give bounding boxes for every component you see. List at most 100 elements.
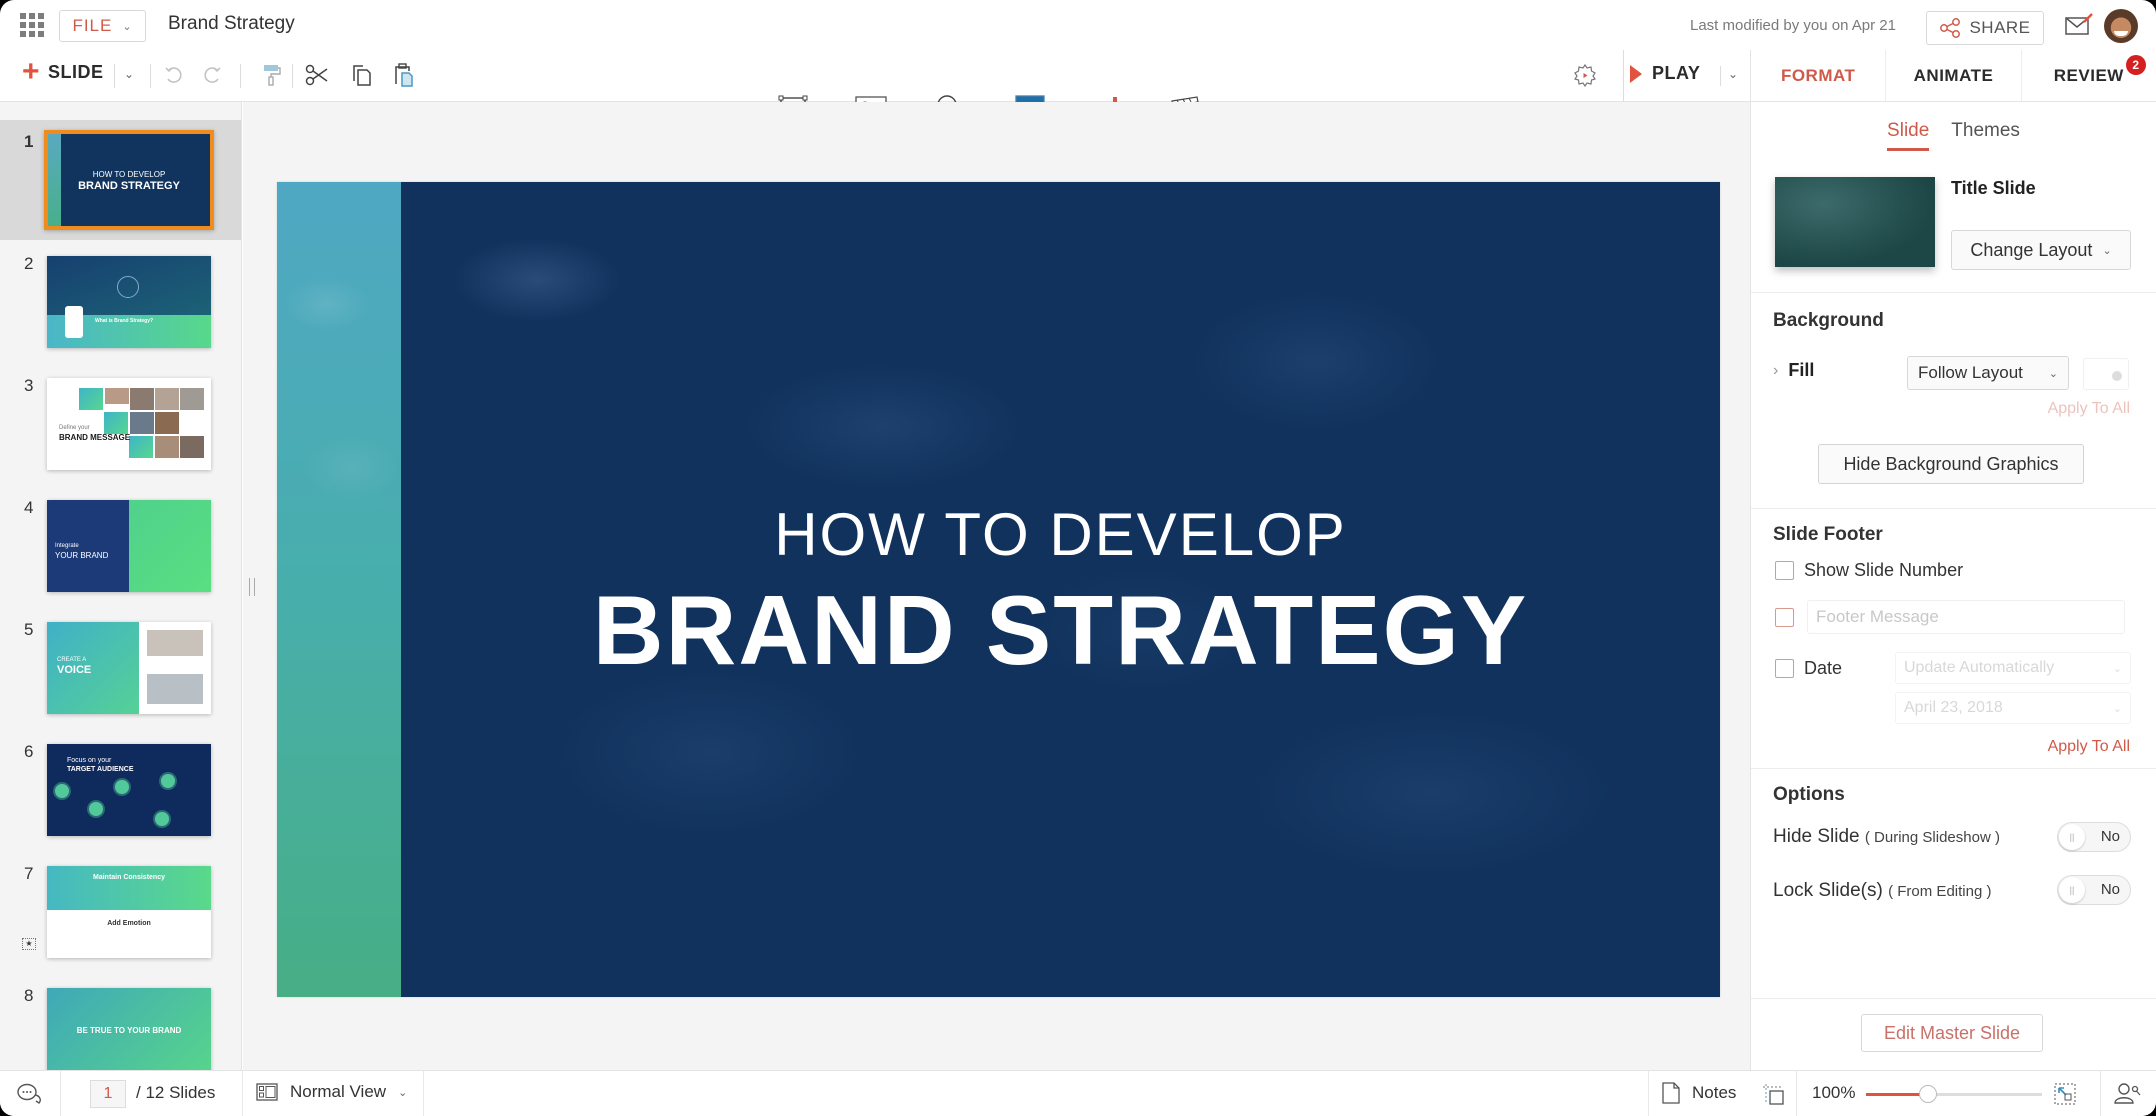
date-row[interactable]: Date <box>1775 658 1842 679</box>
user-avatar[interactable] <box>2104 9 2138 43</box>
tab-animate[interactable]: ANIMATE <box>1886 50 2022 101</box>
date-mode-select[interactable]: Update Automatically ⌄ <box>1895 652 2131 684</box>
file-menu-button[interactable]: FILE ⌄ <box>59 10 146 42</box>
view-mode-label: Normal View <box>290 1082 387 1101</box>
slide-preview: Integrate YOUR BRAND <box>47 500 211 592</box>
zoom-slider[interactable] <box>1866 1085 2042 1103</box>
show-slide-number-checkbox[interactable] <box>1775 561 1794 580</box>
paste-icon[interactable] <box>390 62 416 88</box>
notes-icon <box>1662 1082 1680 1104</box>
slide-canvas-area: HOW TO DEVELOP BRAND STRATEGY <box>243 102 1750 1070</box>
current-slide-input[interactable]: 1 <box>90 1080 126 1108</box>
fill-color-picker[interactable] <box>2083 358 2129 390</box>
thumb-title: TARGET AUDIENCE <box>67 766 134 773</box>
statusbar-divider <box>60 1071 61 1116</box>
slideshow-settings-icon[interactable] <box>1572 62 1598 88</box>
play-button[interactable]: PLAY <box>1630 63 1700 84</box>
slide-preview: BE TRUE TO YOUR BRAND <box>47 988 211 1070</box>
tab-animate-label: ANIMATE <box>1913 65 1994 85</box>
copy-icon[interactable] <box>348 62 374 88</box>
background-apply-all-link[interactable]: Apply To All <box>2048 400 2130 418</box>
fill-type-select[interactable]: Follow Layout ⌄ <box>1907 356 2069 390</box>
view-mode-dropdown[interactable]: Normal View ⌄ <box>256 1082 407 1102</box>
slide-number: 3 <box>24 376 34 395</box>
lock-slide-toggle[interactable]: || No <box>2057 875 2131 905</box>
slide-footer-section-title: Slide Footer <box>1773 524 1883 545</box>
hide-slide-toggle[interactable]: || No <box>2057 822 2131 852</box>
slide-number: 6 <box>24 742 34 761</box>
total-slides-text: / 12 Slides <box>136 1083 216 1102</box>
chevron-down-icon: ⌄ <box>2102 244 2112 257</box>
thumb-title: VOICE <box>57 664 92 676</box>
footer-message-checkbox[interactable] <box>1775 608 1794 627</box>
edit-master-slide-button[interactable]: Edit Master Slide <box>1861 1014 2043 1052</box>
chat-icon[interactable] <box>16 1082 42 1106</box>
fill-label: Fill <box>1788 360 1815 380</box>
format-painter-icon[interactable] <box>258 62 284 88</box>
fit-to-window-icon[interactable] <box>2054 1083 2076 1105</box>
hide-slide-label: Hide Slide ( During Slideshow ) <box>1773 826 2000 848</box>
normal-view-icon <box>256 1083 278 1101</box>
last-modified-text: Last modified by you on Apr 21 <box>1690 17 1896 34</box>
show-slide-number-row[interactable]: Show Slide Number <box>1775 560 1963 581</box>
fill-type-value: Follow Layout <box>1918 363 2023 382</box>
chevron-down-icon: ⌄ <box>2112 702 2122 715</box>
date-format-select[interactable]: April 23, 2018 ⌄ <box>1895 692 2131 724</box>
slide-subtitle[interactable]: HOW TO DEVELOP <box>401 500 1720 569</box>
notes-button[interactable]: Notes <box>1662 1082 1736 1104</box>
video-play-icon <box>117 276 139 298</box>
subtab-slide[interactable]: Slide <box>1887 120 1930 151</box>
zoom-slider-handle[interactable] <box>1918 1085 1937 1103</box>
footer-message-input[interactable]: Footer Message <box>1807 600 2125 634</box>
chevron-down-icon: ⌄ <box>2048 367 2058 380</box>
cut-icon[interactable] <box>304 62 330 88</box>
panel-resize-handle[interactable] <box>249 578 255 596</box>
plus-icon: + <box>22 55 41 88</box>
slide-thumbnail-panel[interactable]: 1 HOW TO DEVELOP BRAND STRATEGY 2 What i… <box>0 102 242 1070</box>
date-checkbox[interactable] <box>1775 659 1794 678</box>
tab-review[interactable]: REVIEW 2 <box>2022 50 2156 101</box>
document-title[interactable]: Brand Strategy <box>168 13 295 35</box>
chevron-down-icon: ⌄ <box>2112 662 2122 675</box>
slide-thumbnail[interactable]: 4 Integrate YOUR BRAND <box>0 486 241 606</box>
undo-icon[interactable] <box>160 62 186 88</box>
slide-thumbnail[interactable]: 6 Focus on your TARGET AUDIENCE <box>0 730 241 850</box>
footer-message-row[interactable] <box>1775 608 1794 627</box>
slide-preview: Define your BRAND MESSAGE <box>47 378 211 470</box>
mail-compose-icon[interactable] <box>2064 12 2094 38</box>
subtab-themes[interactable]: Themes <box>1951 120 2020 151</box>
add-slide-button[interactable]: + SLIDE <box>22 55 104 88</box>
slide-thumbnail[interactable]: 8 BE TRUE TO YOUR BRAND <box>0 974 241 1070</box>
slide-number: 1 <box>24 132 34 151</box>
slide-thumbnail[interactable]: 7 Maintain Consistency Add Emotion ★ <box>0 852 241 972</box>
tab-format[interactable]: FORMAT <box>1751 50 1887 101</box>
slide-preview: HOW TO DEVELOP BRAND STRATEGY <box>44 130 214 230</box>
slide-preview: Maintain Consistency Add Emotion <box>47 866 211 958</box>
slide-layout-dropdown[interactable]: ⌄ <box>124 67 134 81</box>
hide-background-graphics-button[interactable]: Hide Background Graphics <box>1818 444 2084 484</box>
footer-apply-all-link[interactable]: Apply To All <box>2048 738 2130 756</box>
notes-label: Notes <box>1692 1083 1737 1102</box>
app-grid-icon[interactable] <box>20 13 44 37</box>
redo-icon[interactable] <box>200 62 226 88</box>
layout-preview <box>1775 177 1935 267</box>
slide-number: 7 <box>24 864 34 883</box>
background-section-title: Background <box>1773 310 1884 331</box>
slide-thumbnail[interactable]: 5 CREATE A VOICE <box>0 608 241 728</box>
slide-canvas[interactable]: HOW TO DEVELOP BRAND STRATEGY <box>277 182 1720 997</box>
slide-thumbnail[interactable]: 3 Define your BRAND MESSAGE <box>0 364 241 484</box>
fill-expander[interactable]: › Fill <box>1773 360 1814 381</box>
share-label: SHARE <box>1969 18 2031 37</box>
play-icon <box>1630 64 1642 83</box>
thumb-subtitle: Focus on your <box>67 757 112 764</box>
slide-sorter-icon[interactable] <box>1762 1083 1784 1105</box>
share-button[interactable]: SHARE <box>1926 11 2044 45</box>
collaborators-icon[interactable] <box>2114 1081 2142 1105</box>
change-layout-dropdown[interactable]: Change Layout ⌄ <box>1951 230 2131 270</box>
slide-thumbnail[interactable]: 2 What is Brand Strategy? <box>0 242 241 362</box>
play-options-dropdown[interactable]: ⌄ <box>1728 67 1738 81</box>
chevron-down-icon: ⌄ <box>398 1086 408 1099</box>
tab-format-label: FORMAT <box>1780 65 1856 85</box>
slide-title[interactable]: BRAND STRATEGY <box>401 574 1720 687</box>
slide-thumbnail[interactable]: 1 HOW TO DEVELOP BRAND STRATEGY <box>0 120 241 240</box>
